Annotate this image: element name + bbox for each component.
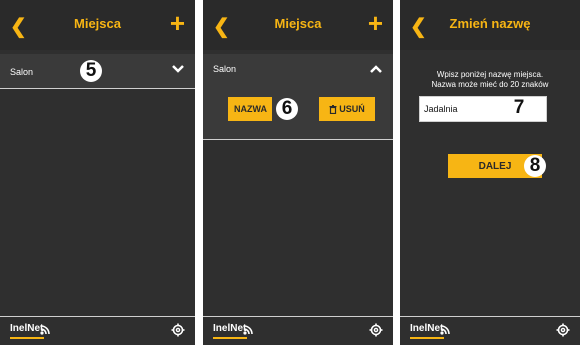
add-icon[interactable]: +: [368, 10, 383, 36]
gear-icon[interactable]: [556, 323, 570, 337]
wifi-icon: [40, 325, 50, 335]
header: ❮ Miejsca +: [203, 0, 393, 50]
page-title: Miejsca: [274, 16, 322, 31]
chevron-up-icon[interactable]: [369, 64, 383, 74]
list-item-label: Salon: [213, 64, 237, 74]
screen-places-list: ❮ Miejsca + Salon 5 InelNet: [0, 0, 195, 345]
footer: InelNet: [400, 316, 580, 345]
footer: InelNet: [0, 316, 195, 345]
chevron-down-icon[interactable]: [171, 64, 185, 74]
page-title: Miejsca: [74, 16, 121, 31]
list-item-salon-expanded: Salon NAZWA 6 USUŃ: [203, 54, 393, 140]
wifi-icon: [243, 325, 253, 335]
footer: InelNet: [203, 316, 393, 345]
delete-button[interactable]: USUŃ: [319, 97, 375, 121]
step-marker: 6: [276, 98, 298, 120]
rename-button[interactable]: NAZWA: [228, 97, 272, 121]
gear-icon[interactable]: [369, 323, 383, 337]
step-marker: 8: [524, 155, 546, 177]
wifi-icon: [440, 325, 450, 335]
header: ❮ Miejsca +: [0, 0, 195, 50]
trash-icon: [329, 105, 337, 115]
gear-icon[interactable]: [171, 323, 185, 337]
list-item-salon[interactable]: Salon 5: [0, 54, 195, 89]
page-title: Zmień nazwę: [449, 16, 531, 31]
step-marker: 5: [80, 60, 102, 82]
step-marker: 7: [508, 97, 530, 119]
list-item-label: Salon: [10, 67, 34, 77]
screen-place-expanded: ❮ Miejsca + Salon NAZWA 6 USUŃ InelNet: [203, 0, 393, 345]
header: ❮ Zmień nazwę: [400, 0, 580, 50]
instruction-text: Wpisz poniżej nazwę miejsca. Nazwa może …: [431, 70, 549, 89]
add-icon[interactable]: +: [170, 10, 185, 36]
screen-rename: ❮ Zmień nazwę Wpisz poniżej nazwę miejsc…: [400, 0, 580, 345]
